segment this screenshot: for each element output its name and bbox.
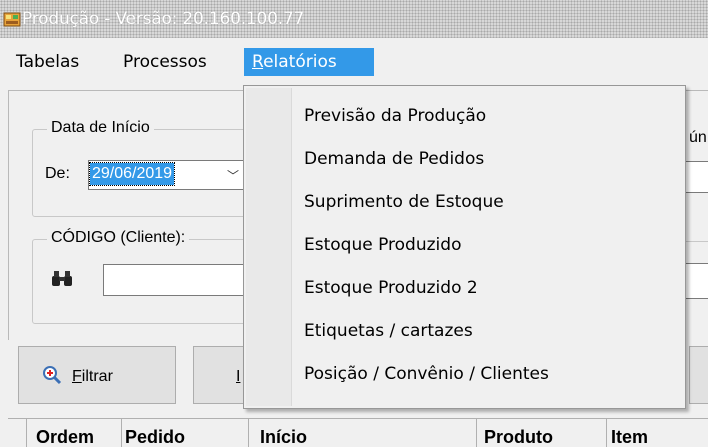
right-group-edge (685, 241, 708, 253)
right-input-2[interactable] (685, 263, 708, 299)
client-group-label: CÓDIGO (Cliente): (47, 229, 190, 247)
menu-label: Processos (123, 52, 207, 72)
column-header-ordem[interactable]: Ordem (36, 427, 94, 447)
column-separator (476, 419, 477, 447)
right-input[interactable] (685, 161, 708, 193)
date-group: Data de Início De: 29/06/2019 ﹀ (32, 119, 272, 217)
right-button[interactable] (689, 346, 708, 404)
menu-relatorios[interactable]: Relatórios (244, 48, 374, 76)
clipped-label: ún (689, 129, 707, 146)
filter-button-label: Filtrar (72, 368, 113, 386)
menu-item-demanda-pedidos[interactable]: Demanda de Pedidos (304, 143, 484, 175)
binoculars-icon[interactable] (51, 270, 73, 288)
column-header-item[interactable]: Item (611, 427, 648, 447)
menu-item-posicao-convenio-clientes[interactable]: Posição / Convênio / Clientes (304, 358, 549, 390)
title-bar: Produção - Versão: 20.160.100.77 (0, 0, 708, 38)
menu-processos[interactable]: Processos (115, 48, 215, 76)
column-header-inicio[interactable]: Início (260, 427, 307, 447)
chevron-down-icon[interactable]: ﹀ (227, 167, 239, 184)
filter-label-text: iltrar (81, 368, 113, 385)
from-date-value[interactable]: 29/06/2019 (88, 162, 176, 186)
column-separator (606, 419, 607, 447)
menu-bar: Tabelas Processos Relatórios (0, 38, 708, 86)
menu-tabelas[interactable]: Tabelas (8, 48, 87, 76)
column-header-produto[interactable]: Produto (484, 427, 553, 447)
menu-label: elatórios (263, 52, 337, 72)
menu-item-estoque-produzido-2[interactable]: Estoque Produzido 2 (304, 272, 478, 304)
filter-accel: F (72, 368, 82, 385)
second-button-label: I (236, 368, 241, 385)
filter-button[interactable]: Filtrar (18, 346, 176, 404)
column-separator (26, 419, 27, 447)
menu-item-etiquetas-cartazes[interactable]: Etiquetas / cartazes (304, 315, 473, 347)
client-group: CÓDIGO (Cliente): (32, 229, 273, 324)
from-label: De: (45, 165, 70, 182)
app-icon (3, 12, 21, 27)
menu-item-previsao-producao[interactable]: Previsão da Produção (304, 100, 486, 132)
relatorios-dropdown-menu: Previsão da Produção Demanda de Pedidos … (243, 85, 686, 409)
menu-item-suprimento-estoque[interactable]: Suprimento de Estoque (304, 186, 504, 218)
from-date-picker[interactable]: 29/06/2019 ﹀ (88, 160, 268, 190)
column-separator (248, 419, 249, 447)
menu-icon-gutter (246, 88, 292, 406)
column-separator (121, 419, 122, 447)
date-group-label: Data de Início (47, 119, 154, 137)
grid-header: Ordem Pedido Início Produto Item (8, 418, 708, 447)
zoom-in-icon (43, 366, 62, 385)
window-title: Produção - Versão: 20.160.100.77 (22, 9, 305, 29)
menu-item-estoque-produzido[interactable]: Estoque Produzido (304, 229, 461, 261)
column-header-pedido[interactable]: Pedido (125, 427, 185, 447)
menu-accel: R (252, 52, 264, 72)
menu-label: Tabelas (16, 52, 80, 72)
